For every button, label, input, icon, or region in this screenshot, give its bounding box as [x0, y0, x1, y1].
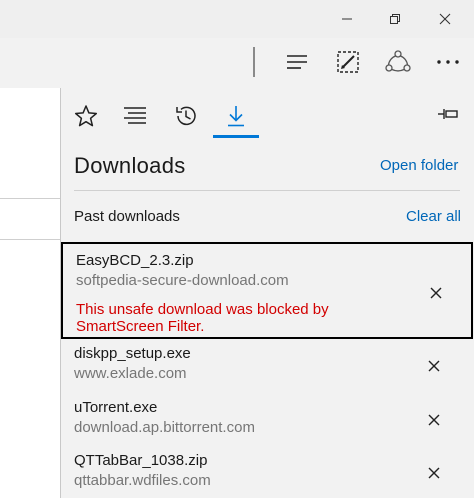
title-bar — [0, 0, 474, 38]
remove-download-button[interactable] — [423, 409, 445, 431]
reading-list-icon — [124, 107, 146, 124]
restore-icon — [390, 14, 400, 24]
title-divider — [74, 190, 460, 191]
web-note-icon — [337, 51, 359, 73]
file-source: softpedia-secure-download.com — [76, 272, 289, 289]
share-button[interactable] — [376, 40, 420, 84]
hub-button[interactable] — [275, 40, 319, 84]
file-name: diskpp_setup.exe — [74, 345, 191, 362]
tab-history[interactable] — [162, 90, 210, 142]
download-item[interactable]: uTorrent.exe download.ap.bittorrent.com — [61, 398, 473, 446]
toolbar-separator — [253, 47, 255, 77]
pin-button[interactable] — [436, 102, 460, 126]
hub-icon — [287, 55, 307, 69]
clear-all-link[interactable]: Clear all — [406, 208, 461, 225]
file-name: uTorrent.exe — [74, 399, 158, 416]
close-icon — [428, 360, 440, 372]
pin-icon — [438, 109, 458, 119]
remove-download-button[interactable] — [423, 355, 445, 377]
remove-download-button[interactable] — [425, 282, 447, 304]
page-content — [0, 88, 60, 498]
active-tab-indicator — [213, 135, 259, 138]
file-source: download.ap.bittorrent.com — [74, 419, 255, 436]
history-icon — [176, 106, 196, 126]
download-item-blocked[interactable]: EasyBCD_2.3.zip softpedia-secure-downloa… — [61, 242, 473, 339]
tab-reading-list[interactable] — [111, 90, 159, 142]
more-button[interactable] — [426, 40, 470, 84]
file-name: QTTabBar_1038.zip — [74, 452, 208, 469]
minimize-button[interactable] — [324, 0, 370, 38]
close-icon — [430, 287, 442, 299]
share-icon — [385, 50, 411, 72]
restore-button[interactable] — [372, 0, 418, 38]
blocked-message: This unsafe download was blocked by Smar… — [76, 301, 329, 335]
download-item[interactable]: QTTabBar_1038.zip qttabbar.wdfiles.com — [61, 451, 473, 498]
file-source: www.exlade.com — [74, 365, 187, 382]
close-icon — [428, 414, 440, 426]
web-note-button[interactable] — [326, 40, 370, 84]
favorites-star-icon — [74, 105, 98, 127]
close-icon — [428, 467, 440, 479]
file-source: qttabbar.wdfiles.com — [74, 472, 211, 489]
download-item[interactable]: diskpp_setup.exe www.exlade.com — [61, 344, 473, 392]
open-folder-link[interactable]: Open folder — [380, 157, 458, 174]
past-downloads-label: Past downloads — [74, 208, 180, 225]
file-name: EasyBCD_2.3.zip — [76, 252, 194, 269]
close-window-button[interactable] — [422, 0, 468, 38]
tab-favorites[interactable] — [62, 90, 110, 142]
page-address-bar[interactable] — [0, 198, 60, 240]
remove-download-button[interactable] — [423, 462, 445, 484]
close-icon — [439, 13, 451, 25]
more-icon — [437, 60, 459, 64]
downloads-title: Downloads — [74, 153, 186, 178]
minimize-icon — [342, 18, 352, 20]
downloads-icon — [228, 106, 244, 127]
